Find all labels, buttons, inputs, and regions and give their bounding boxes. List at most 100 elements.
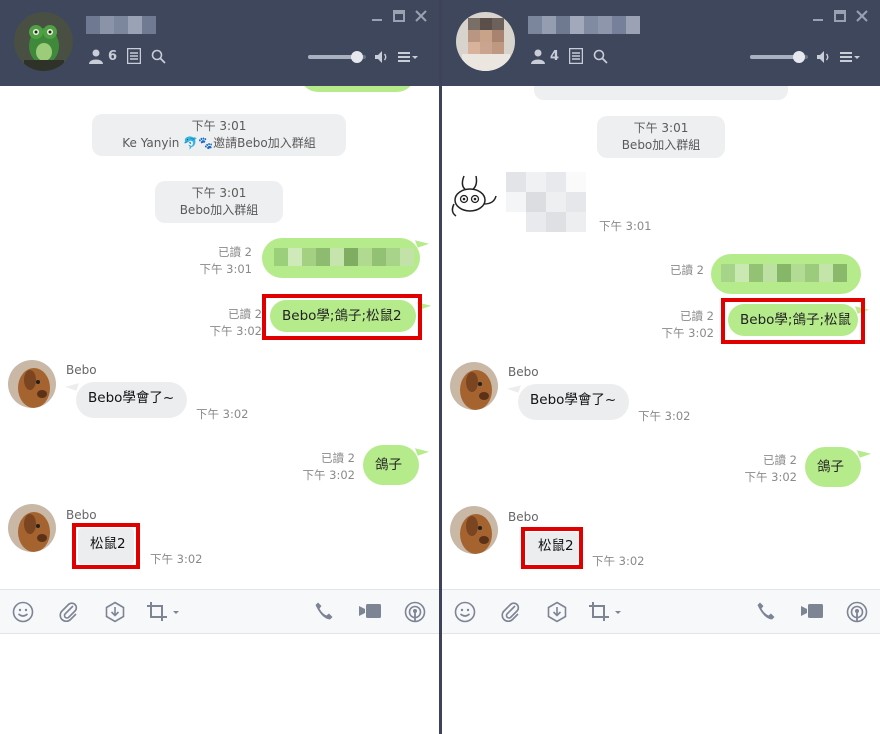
group-name-pixelated — [528, 16, 640, 34]
system-message: 下午 3:01 Ke Yanyin 🐬🐾邀請Bebo加入群組 — [92, 114, 346, 156]
chat-toolbar — [442, 589, 880, 634]
sticker[interactable] — [450, 174, 500, 222]
video-call-icon[interactable] — [800, 601, 824, 621]
group-avatar[interactable] — [456, 12, 515, 71]
notes-icon[interactable] — [569, 48, 584, 64]
read-receipt: 已讀 2 — [680, 309, 714, 323]
message-time: 下午 3:02 — [196, 407, 249, 421]
system-text: 邀請Bebo加入群組 — [213, 136, 316, 150]
message-bubble[interactable]: 鴿子 — [363, 445, 419, 485]
phone-call-icon[interactable] — [756, 601, 776, 621]
highlight-box — [721, 298, 865, 344]
member-count: 4 — [550, 48, 560, 64]
avatar[interactable] — [450, 362, 498, 410]
system-text: Bebo加入群組 — [179, 203, 259, 217]
read-receipt: 已讀 2 — [218, 245, 252, 259]
highlight-box — [262, 294, 422, 340]
menu-icon[interactable] — [398, 51, 418, 63]
highlight-box — [521, 527, 583, 569]
live-broadcast-icon[interactable] — [846, 601, 868, 623]
phone-call-icon[interactable] — [314, 601, 334, 621]
minimize-icon[interactable] — [371, 10, 383, 22]
volume-icon[interactable] — [374, 50, 390, 64]
chat-toolbar — [0, 589, 439, 634]
dog-avatar-icon — [8, 360, 56, 408]
system-text: Bebo加入群組 — [621, 138, 701, 152]
message-time: 下午 3:02 — [150, 552, 203, 566]
message-meta: 已讀 2 下午 3:02 — [293, 450, 355, 484]
system-time: 下午 3:01 — [191, 119, 247, 133]
avatar[interactable] — [8, 360, 56, 408]
read-receipt: 已讀 2 — [228, 307, 262, 321]
sender-name: Bebo — [66, 508, 97, 522]
message-meta: 已讀 2 下午 3:02 — [652, 308, 714, 342]
notes-icon[interactable] — [127, 48, 142, 64]
dog-avatar-icon — [8, 504, 56, 552]
emoji-icon[interactable] — [12, 601, 34, 623]
message-list[interactable]: 下午 3:01 Ke Yanyin 🐬🐾邀請Bebo加入群組 下午 3:01 B… — [0, 86, 439, 589]
live-broadcast-icon[interactable] — [404, 601, 426, 623]
download-icon[interactable] — [546, 601, 568, 623]
chat-header: 6 — [0, 0, 439, 86]
message-input[interactable] — [442, 634, 880, 734]
dolphin-icon: 🐬 — [183, 136, 199, 150]
search-icon[interactable] — [151, 49, 166, 64]
members-icon[interactable] — [530, 48, 546, 64]
message-time: 下午 3:02 — [661, 326, 714, 340]
emoji-icon[interactable] — [454, 601, 476, 623]
volume-slider[interactable] — [750, 51, 808, 63]
maximize-icon[interactable] — [834, 10, 846, 22]
attachment-icon[interactable] — [58, 601, 80, 623]
members-icon[interactable] — [88, 48, 104, 64]
message-bubble-pixelated[interactable] — [506, 172, 588, 232]
system-message: 下午 3:01 Bebo加入群組 — [597, 116, 725, 158]
message-bubble[interactable]: 鴿子 — [805, 447, 861, 487]
read-receipt: 已讀 2 — [670, 263, 704, 277]
system-time: 下午 3:01 — [191, 186, 247, 200]
group-name-pixelated — [86, 16, 156, 34]
message-time: 下午 3:01 — [199, 262, 252, 276]
message-bubble-pixelated[interactable] — [711, 254, 861, 294]
menu-icon[interactable] — [840, 51, 860, 63]
dog-avatar-icon — [450, 362, 498, 410]
frog-toy-icon — [14, 12, 73, 71]
read-receipt: 已讀 2 — [321, 451, 355, 465]
avatar[interactable] — [450, 506, 498, 554]
volume-icon[interactable] — [816, 50, 832, 64]
message-input[interactable] — [0, 634, 439, 734]
dog-avatar-icon — [450, 506, 498, 554]
crop-screenshot-icon[interactable] — [588, 601, 624, 623]
message-time: 下午 3:02 — [302, 468, 355, 482]
group-avatar[interactable] — [14, 12, 73, 71]
message-bubble-pixelated[interactable] — [262, 238, 420, 278]
close-icon[interactable] — [856, 10, 868, 22]
download-icon[interactable] — [104, 601, 126, 623]
system-time: 下午 3:01 — [633, 121, 689, 135]
system-message-clipped — [534, 86, 788, 100]
message-meta: 已讀 2 下午 3:02 — [735, 452, 797, 486]
volume-slider[interactable] — [308, 51, 366, 63]
attachment-icon[interactable] — [500, 601, 522, 623]
close-icon[interactable] — [415, 10, 427, 22]
maximize-icon[interactable] — [393, 10, 405, 22]
pixelated-photo-icon — [456, 12, 515, 71]
search-icon[interactable] — [593, 49, 608, 64]
video-call-icon[interactable] — [358, 601, 382, 621]
sender-name: Bebo — [508, 365, 539, 379]
rabbit-sticker-icon — [451, 175, 497, 217]
chat-header: 4 — [442, 0, 880, 86]
message-bubble[interactable]: Bebo學會了~ — [76, 382, 187, 418]
message-time: 下午 3:02 — [209, 324, 262, 338]
system-message: 下午 3:01 Bebo加入群組 — [155, 181, 283, 223]
message-time: 下午 3:02 — [592, 554, 645, 568]
crop-screenshot-icon[interactable] — [146, 601, 182, 623]
message-list[interactable]: 下午 3:01 Bebo加入群組 下午 3:01 已讀 2 已讀 2 下午 3:… — [442, 86, 880, 589]
avatar[interactable] — [8, 504, 56, 552]
sender-name: Bebo — [66, 363, 97, 377]
message-bubble[interactable]: Bebo學會了~ — [518, 384, 629, 420]
minimize-icon[interactable] — [812, 10, 824, 22]
inviter-name: Ke Yanyin — [122, 136, 180, 150]
chat-window-left: 6 下午 3:01 Ke Yanyin 🐬🐾邀請Bebo加入群組 下午 3:01… — [0, 0, 439, 734]
chat-window-right: 4 下午 3:01 Bebo加入群組 下午 3:01 已讀 2 已讀 2 下午 … — [442, 0, 880, 734]
message-bubble-clipped — [300, 86, 415, 92]
